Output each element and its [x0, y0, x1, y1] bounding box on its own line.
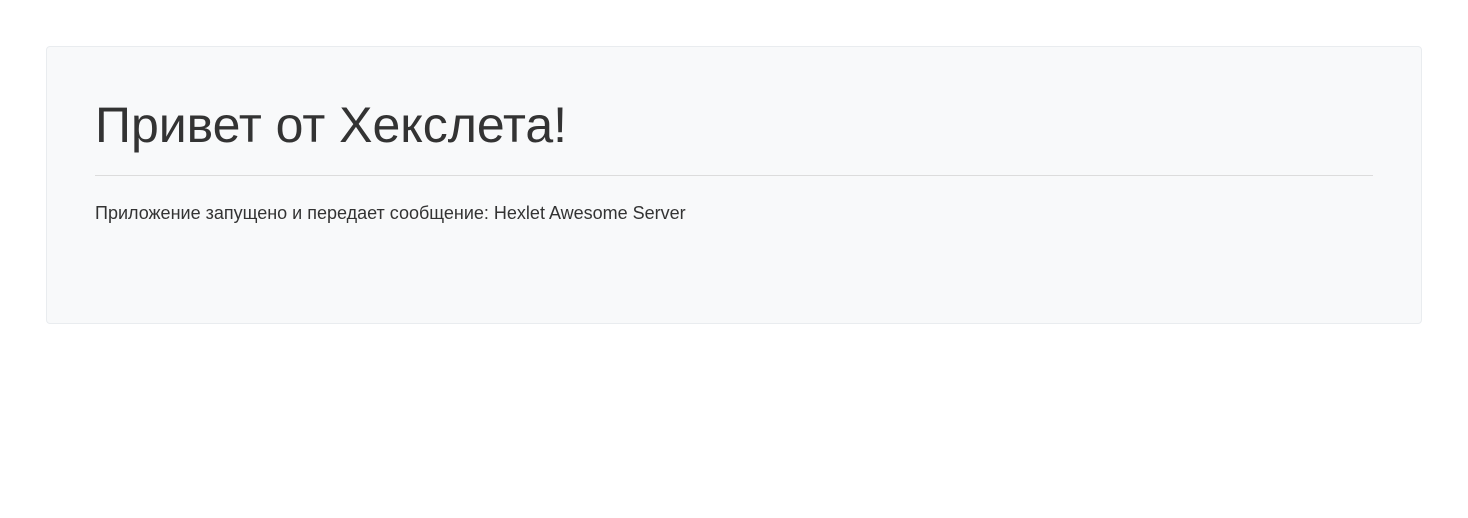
status-message: Приложение запущено и передает сообщение… [95, 200, 1373, 227]
page-title: Привет от Хекслета! [95, 95, 1373, 155]
hero-panel: Привет от Хекслета! Приложение запущено … [46, 46, 1422, 324]
divider [95, 175, 1373, 176]
